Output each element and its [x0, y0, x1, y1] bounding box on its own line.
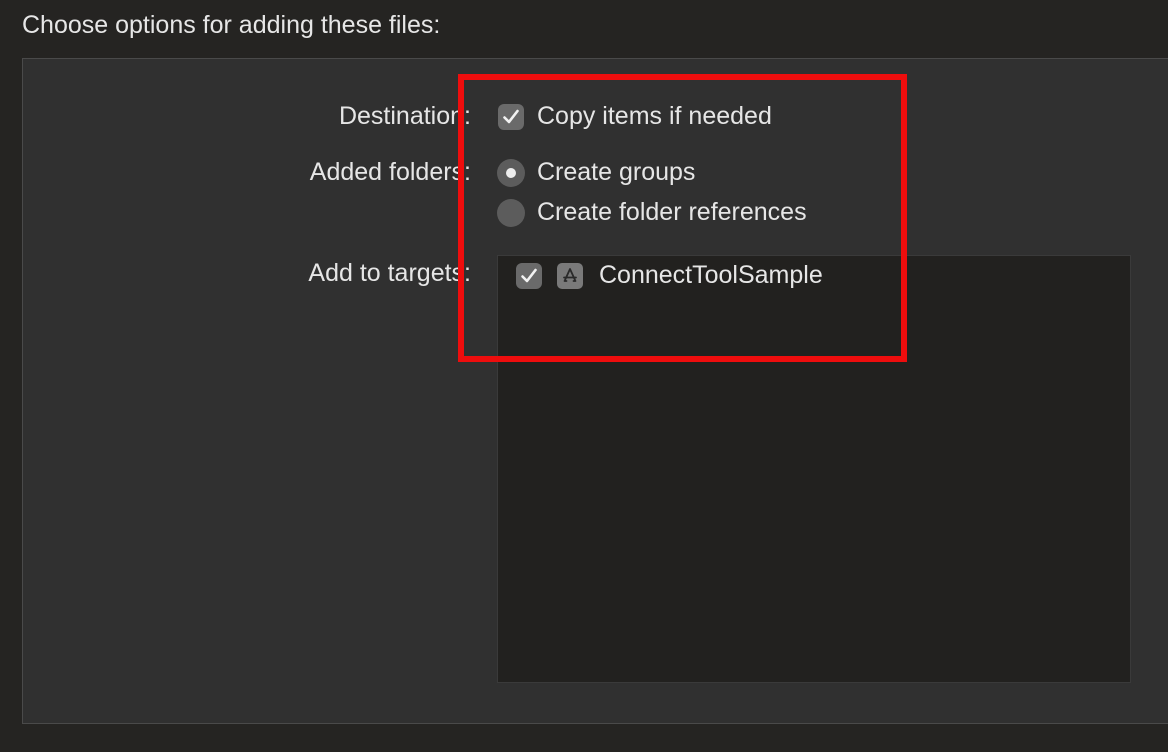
create-groups-radio[interactable] [497, 159, 525, 187]
targets-list[interactable] [497, 255, 1131, 683]
target-checkbox[interactable] [516, 263, 542, 289]
added-folders-label: Added folders: [309, 158, 471, 186]
copy-items-label[interactable]: Copy items if needed [537, 99, 772, 133]
add-to-targets-label: Add to targets: [308, 259, 471, 287]
create-groups-label[interactable]: Create groups [537, 155, 695, 189]
destination-label: Destination: [338, 102, 471, 130]
checkmark-icon [521, 268, 537, 283]
target-name[interactable]: ConnectToolSample [599, 258, 823, 292]
copy-items-checkbox[interactable] [498, 104, 524, 130]
checkmark-icon [503, 109, 519, 124]
create-folder-references-label[interactable]: Create folder references [537, 195, 807, 229]
create-folder-references-radio[interactable] [497, 199, 525, 227]
app-store-icon [557, 263, 583, 289]
dialog-heading: Choose options for adding these files: [22, 11, 441, 39]
